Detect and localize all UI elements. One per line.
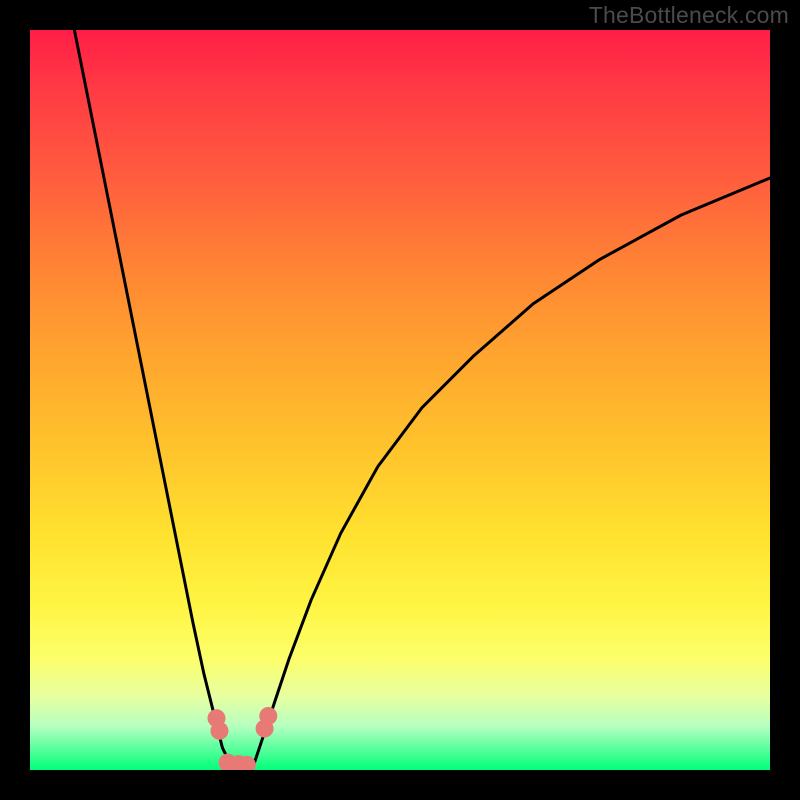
chart-area [30,30,770,770]
data-marker [210,722,228,740]
curve-path [74,30,770,770]
bottleneck-curve [30,30,770,770]
watermark-text: TheBottleneck.com [589,2,789,29]
data-marker [259,707,277,725]
